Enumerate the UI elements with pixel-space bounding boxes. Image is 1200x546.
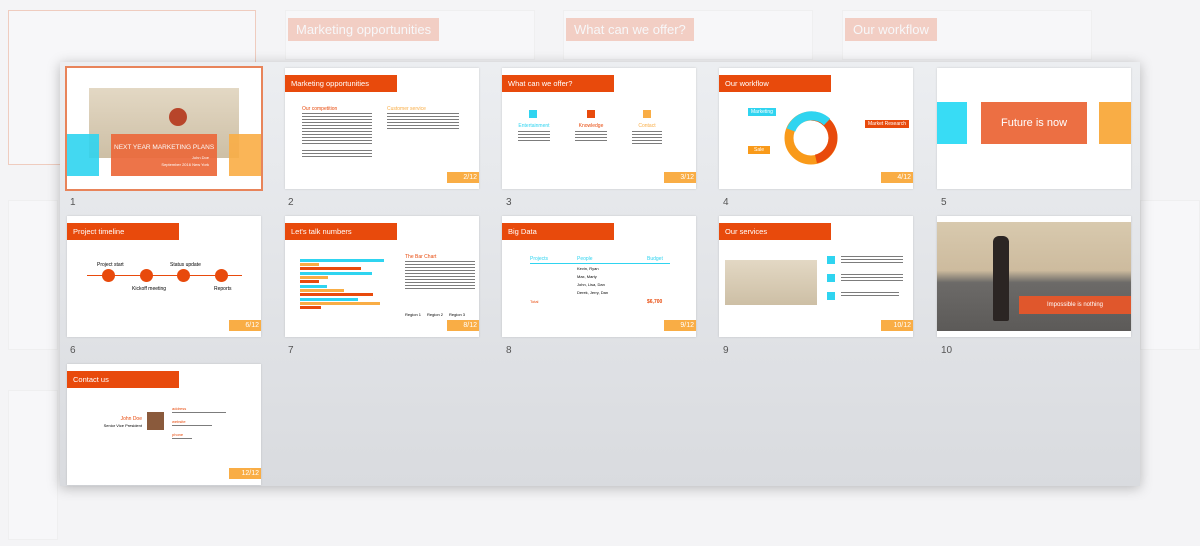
workflow-label: Market Research <box>865 120 910 128</box>
slide-thumbnail-3[interactable]: What can we offer? Entertainment Knowled… <box>502 68 696 189</box>
workflow-label: Marketing <box>748 108 776 116</box>
slide-title: Contact us <box>67 371 179 388</box>
table-cell: Kevin, Ryan <box>577 266 599 271</box>
slide-thumbnail-10[interactable]: Impossible is nothing <box>937 216 1131 337</box>
contact-role: Senior Vice President <box>103 423 142 428</box>
slide-number: 3 <box>506 197 512 208</box>
slide-number: 9 <box>723 345 729 356</box>
bg-title: What can we offer? <box>566 18 694 41</box>
donut-chart <box>784 111 838 165</box>
slide-thumbnail-11[interactable]: Contact us John Doe Senior Vice Presiden… <box>67 364 261 485</box>
slide-number: 6 <box>70 345 76 356</box>
slide-number: 8 <box>506 345 512 356</box>
milestone-label: Status update <box>170 262 201 268</box>
table-cell: Derek, Jerry, Dan <box>577 290 609 295</box>
table-cell: Max, Marty <box>577 274 597 279</box>
page-number: 2/12 <box>447 172 479 183</box>
slide-title: Marketing opportunities <box>285 75 397 92</box>
milestone-label: Reports <box>214 286 232 292</box>
contact-name: John Doe <box>120 416 142 422</box>
knowledge-icon <box>587 110 595 118</box>
slide-title: Our workflow <box>719 75 831 92</box>
total-label: Total <box>530 299 539 304</box>
milestone-label: Project start <box>97 262 124 268</box>
avatar <box>147 412 164 430</box>
item-label: Entertainment <box>518 123 550 129</box>
slide-number: 7 <box>288 345 294 356</box>
slide-thumbnail-1[interactable]: NEXT YEAR MARKETING PLANS John Doe Septe… <box>65 66 263 191</box>
table-header: Projects <box>530 256 549 262</box>
page-number: 10/12 <box>881 320 913 331</box>
item-label: Contact <box>638 123 656 129</box>
address-label: address <box>172 406 187 411</box>
slide-number: 10 <box>941 345 953 356</box>
page-number: 6/12 <box>229 320 261 331</box>
slide-thumbnail-4[interactable]: Our workflow Marketing Market Research S… <box>719 68 913 189</box>
entertainment-icon <box>529 110 537 118</box>
slide-thumbnail-6[interactable]: Project timeline Project start Kickoff m… <box>67 216 261 337</box>
slide-title: Big Data <box>502 223 614 240</box>
slide-title: Future is now <box>981 102 1087 144</box>
table-cell: John, Lisa, Dan <box>577 282 605 287</box>
slide-title: Impossible is nothing <box>1019 296 1131 314</box>
website-label: website <box>172 419 186 424</box>
legend-item: Region 3 <box>449 312 466 317</box>
legend-item: Region 2 <box>427 312 444 317</box>
column-heading: Customer service <box>387 106 426 112</box>
legend-item: Region 1 <box>405 312 422 317</box>
bg-title: Marketing opportunities <box>288 18 440 41</box>
slide-number: 5 <box>941 197 947 208</box>
page-number: 8/12 <box>447 320 479 331</box>
workflow-label: Sale <box>748 146 771 154</box>
slide-thumbnail-7[interactable]: Let's talk numbers The Bar Chart Region … <box>285 216 479 337</box>
total-value: $6,700 <box>647 299 663 305</box>
milestone-label: Kickoff meeting <box>132 286 167 292</box>
slide-thumbnail-9[interactable]: Our services 10/12 <box>719 216 913 337</box>
slide-title: NEXT YEAR MARKETING PLANS <box>114 144 215 151</box>
slide-title: Let's talk numbers <box>285 223 397 240</box>
column-heading: Our competition <box>302 106 338 112</box>
chart-title: The Bar Chart <box>405 254 437 260</box>
bg-title: Our workflow <box>845 18 937 41</box>
slide-sorter-panel: NEXT YEAR MARKETING PLANS John Doe Septe… <box>60 62 1140 486</box>
photo-figure <box>993 236 1009 321</box>
slide-title: What can we offer? <box>502 75 614 92</box>
table-header: Budget <box>647 256 663 262</box>
item-label: Knowledge <box>578 123 604 129</box>
page-number: 3/12 <box>664 172 696 183</box>
photo-figure <box>169 108 187 126</box>
contact-icon <box>643 110 651 118</box>
slide-thumbnail-8[interactable]: Big Data Projects People Budget Kevin, R… <box>502 216 696 337</box>
phone-label: phone <box>172 432 184 437</box>
table-header: People <box>577 256 593 262</box>
page-number: 4/12 <box>881 172 913 183</box>
page-number: 9/12 <box>664 320 696 331</box>
slide-number: 4 <box>723 197 729 208</box>
slide-title: Project timeline <box>67 223 179 240</box>
slide-title: Our services <box>719 223 831 240</box>
slide-thumbnail-2[interactable]: Marketing opportunities Our competition … <box>285 68 479 189</box>
slide-subtitle: September 2016 New York <box>161 162 209 167</box>
page-number: 12/12 <box>229 468 261 479</box>
slide-number: 2 <box>288 197 294 208</box>
slide-thumbnail-5[interactable]: Future is now <box>937 68 1131 189</box>
slide-number: 1 <box>70 197 76 208</box>
slide-subtitle: John Doe <box>191 155 209 160</box>
